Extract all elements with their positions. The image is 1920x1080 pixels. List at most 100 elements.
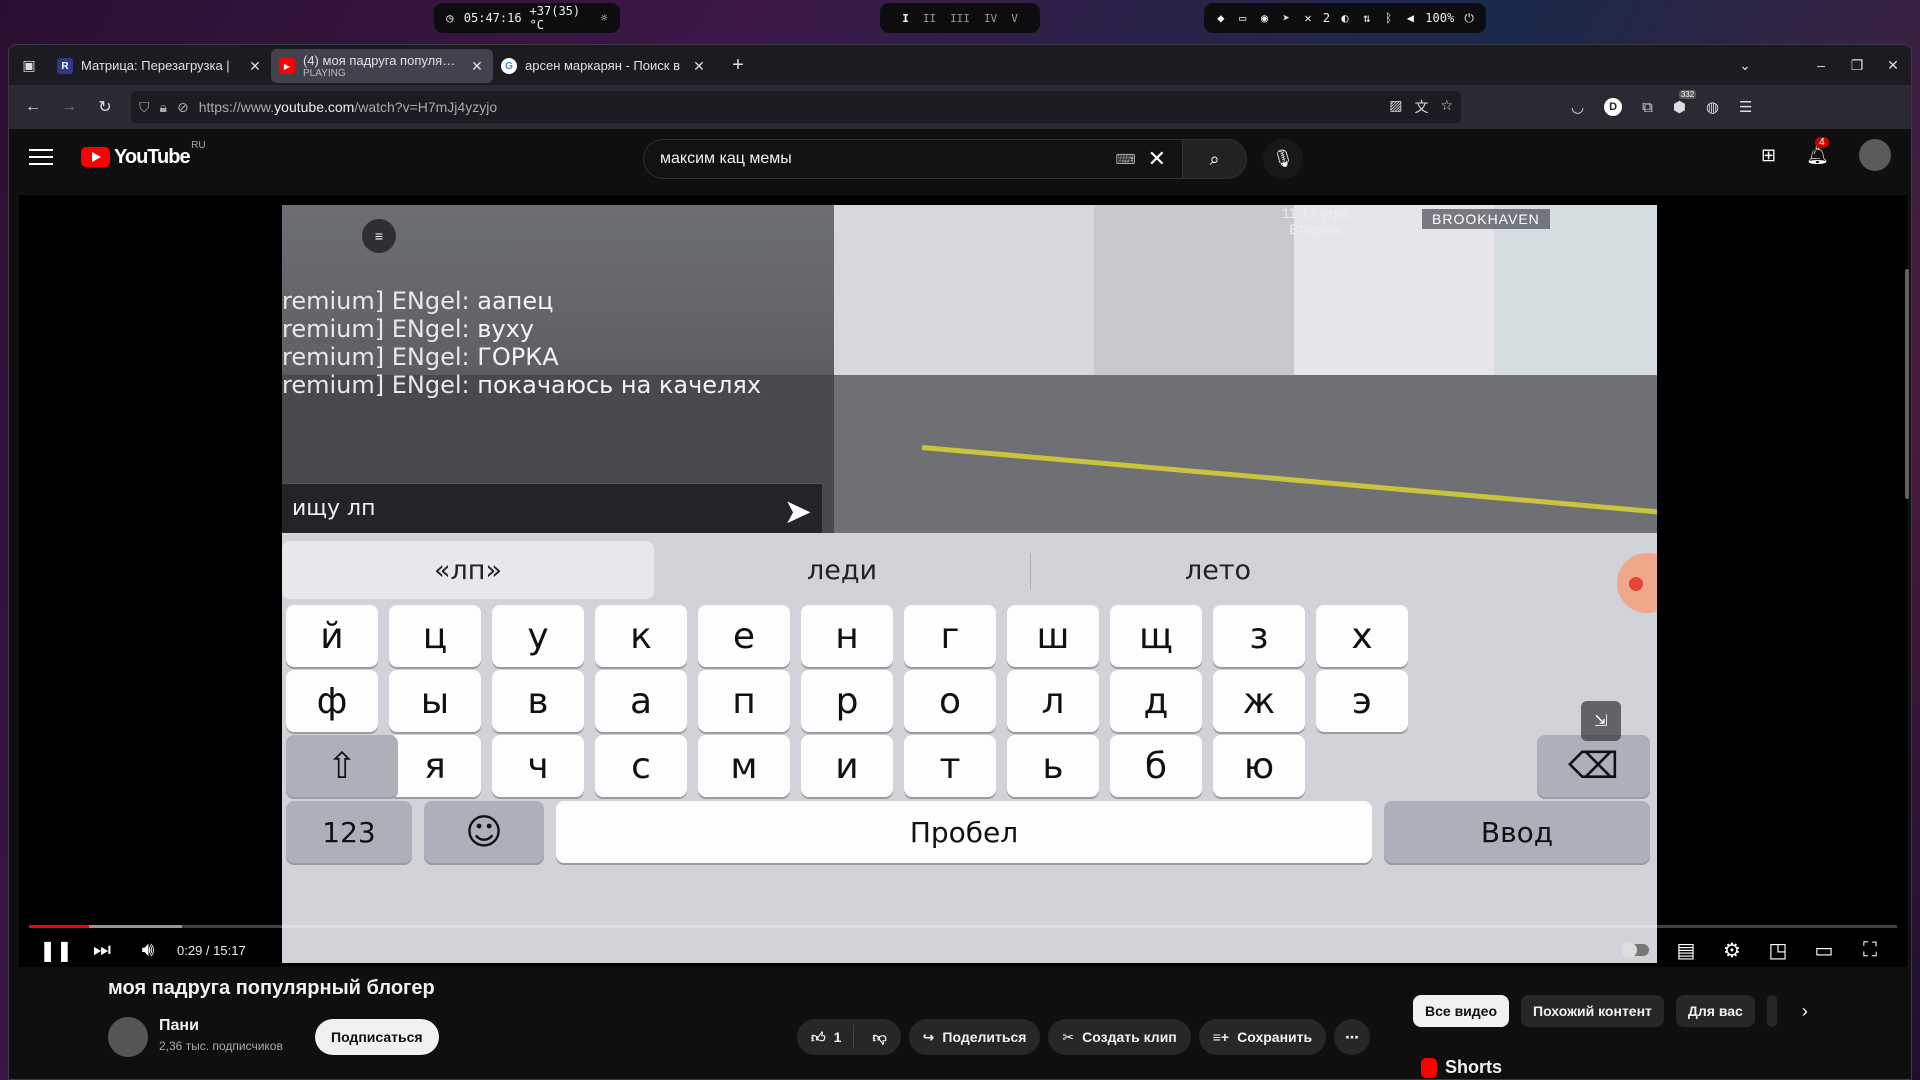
close-icon[interactable]: ✕ <box>247 58 263 75</box>
bell-icon[interactable]: 🔔︎ 4 <box>1806 136 1829 166</box>
channel-avatar[interactable] <box>108 1017 148 1057</box>
channel-name[interactable]: Пани <box>159 1017 199 1035</box>
workspace-1[interactable]: I <box>896 12 915 25</box>
video-frame[interactable]: ≡ remium] ENgel: аапец remium] ENgel: ву… <box>282 205 1657 963</box>
workspace-3[interactable]: III <box>944 12 976 25</box>
clock-time: 05:47:16 <box>463 11 522 25</box>
workspace-2[interactable]: II <box>917 12 942 25</box>
chip-for-you[interactable]: Для вас <box>1675 995 1755 1027</box>
minimize-icon[interactable]: – <box>1803 57 1839 73</box>
notifications-muted-icon[interactable]: ✕ <box>1301 11 1315 25</box>
settings-gear-icon[interactable]: ⚙ <box>1709 933 1755 967</box>
user-avatar[interactable] <box>1859 139 1891 171</box>
drop-icon[interactable]: ◆ <box>1214 11 1228 25</box>
google-favicon: G <box>501 58 517 74</box>
menu-icon[interactable]: ☰ <box>1739 98 1752 116</box>
url-path: /watch?v=H7mJj4yzyjo <box>354 99 498 115</box>
lock-icon[interactable]: 🔒︎ <box>160 99 167 116</box>
share-button[interactable]: ↪ Поделиться <box>908 1019 1041 1055</box>
star-icon[interactable]: ☆ <box>1440 97 1453 117</box>
clear-search-icon[interactable]: ✕ <box>1148 146 1166 172</box>
tab-youtube[interactable]: ▶ (4) моя падруга популярный PLAYING ✕ <box>271 49 493 83</box>
game-chat-input: ищу лп ➤ <box>282 483 822 533</box>
close-icon[interactable]: ✕ <box>691 58 707 75</box>
profile-avatar[interactable]: D <box>1604 98 1623 116</box>
page-scrollbar[interactable] <box>1905 269 1909 499</box>
translate-icon[interactable]: 文 <box>1414 97 1428 117</box>
monitor-icon[interactable]: ▭ <box>1236 11 1250 25</box>
miniplayer-icon[interactable]: ◳ <box>1755 933 1801 967</box>
voice-search-button[interactable]: 🎙︎ <box>1263 139 1303 179</box>
played-bar <box>29 925 89 928</box>
youtube-page: YouTube RU максим кац мемы ⌨ ✕ ⌕ 🎙︎ ⊞ 🔔︎… <box>9 129 1911 1079</box>
autoplay-toggle[interactable] <box>1621 942 1649 958</box>
chevron-right-icon[interactable]: › <box>1789 1001 1821 1022</box>
chip-related[interactable]: Похожий контент <box>1521 995 1664 1027</box>
ublock-icon[interactable]: ⬢ 332 <box>1673 90 1697 116</box>
network-icon[interactable]: ⇅ <box>1360 11 1374 25</box>
volume-icon[interactable]: ◀ <box>1403 11 1417 25</box>
search-button[interactable]: ⌕ <box>1183 139 1247 179</box>
close-icon[interactable]: ✕ <box>469 58 485 75</box>
like-dislike-group: 👍︎ 1 👎︎ <box>797 1019 901 1055</box>
pause-icon[interactable]: ❚❚ <box>33 933 79 967</box>
permissions-icon[interactable]: ⊘ <box>177 99 189 116</box>
more-actions-button[interactable]: ⋯ <box>1334 1019 1371 1055</box>
workspace-4[interactable]: IV <box>978 12 1003 25</box>
back-button[interactable]: ← <box>15 91 51 123</box>
power-icon[interactable]: ⏻ <box>1462 11 1476 25</box>
workspace-5[interactable]: V <box>1005 12 1024 25</box>
key-т: т <box>904 735 996 797</box>
keyboard-icon[interactable]: ⌨ <box>1115 151 1135 168</box>
chat-line: remium] ENgel: вуху <box>282 315 534 343</box>
extensions-icon[interactable]: ⧉ <box>1642 99 1653 116</box>
search-input[interactable]: максим кац мемы ⌨ ✕ <box>643 139 1183 179</box>
pocket-icon[interactable]: ◡ <box>1571 98 1584 116</box>
fullscreen-icon[interactable]: ⛶ <box>1847 933 1893 967</box>
tab-title: (4) моя падруга популярный PLAYING <box>303 54 461 79</box>
miniplayer-overlay-icon[interactable]: ⇲ <box>1581 701 1621 741</box>
chip-overflow[interactable] <box>1766 995 1777 1027</box>
chip-all-videos[interactable]: Все видео <box>1413 995 1510 1027</box>
chat-message: ГОРКА <box>477 343 559 371</box>
dislike-button[interactable]: 👎︎ <box>862 1029 900 1046</box>
picture-icon[interactable]: ▨ <box>1389 97 1402 117</box>
url-host: youtube.com <box>274 99 355 115</box>
shield-icon[interactable]: ⛉ <box>139 99 150 116</box>
save-button[interactable]: ≡+ Сохранить <box>1198 1019 1327 1055</box>
subtitles-icon[interactable]: ▤ <box>1663 933 1709 967</box>
tab-google[interactable]: G арсен маркарян - Поиск в ✕ <box>493 49 715 83</box>
youtube-logo[interactable]: YouTube RU <box>81 140 206 169</box>
url-text[interactable]: https://www.youtube.com/watch?v=H7mJj4yz… <box>199 99 1380 115</box>
volume-icon[interactable]: 🔊︎ <box>125 933 171 967</box>
tab-matrix[interactable]: R Матрица: Перезагрузка | ✕ <box>49 49 271 83</box>
night-mode-icon[interactable]: ◐ <box>1338 11 1352 25</box>
maximize-icon[interactable]: ❐ <box>1839 57 1875 74</box>
bluetooth-icon[interactable]: ᛒ <box>1382 11 1396 25</box>
hamburger-menu-icon[interactable] <box>29 149 53 165</box>
progress-bar[interactable] <box>29 925 1897 928</box>
url-actions: ▨ 文 ☆ <box>1389 97 1453 117</box>
close-window-icon[interactable]: ✕ <box>1875 57 1911 74</box>
subscribe-button[interactable]: Подписаться <box>315 1019 439 1055</box>
theater-mode-icon[interactable]: ▭ <box>1801 933 1847 967</box>
reload-button[interactable]: ↻ <box>87 91 123 123</box>
backspace-key-icon: ⌫ <box>1537 735 1650 797</box>
notifications-badge: 4 <box>1815 136 1829 148</box>
notifications-count: 2 <box>1322 11 1331 25</box>
clip-button[interactable]: ✂ Создать клип <box>1048 1019 1191 1055</box>
next-icon[interactable]: ⏭ <box>79 933 125 967</box>
video-player[interactable]: ≡ remium] ENgel: аапец remium] ENgel: ву… <box>19 195 1907 967</box>
chevron-down-icon[interactable]: ⌄ <box>1727 57 1763 74</box>
key-м: м <box>698 735 790 797</box>
tab-list-button[interactable]: ▣ <box>9 45 49 85</box>
create-video-icon[interactable]: ⊞ <box>1761 145 1776 166</box>
new-tab-button[interactable]: + <box>721 48 755 82</box>
globe-icon[interactable]: ◍ <box>1706 98 1719 116</box>
like-button[interactable]: 👍︎ 1 <box>797 1025 855 1049</box>
forward-button[interactable]: → <box>51 91 87 123</box>
discord-icon[interactable]: ◉ <box>1258 11 1272 25</box>
url-bar[interactable]: ⛉ 🔒︎ ⊘ https://www.youtube.com/watch?v=H… <box>131 91 1461 123</box>
youtube-header: YouTube RU максим кац мемы ⌨ ✕ ⌕ 🎙︎ ⊞ 🔔︎… <box>9 129 1911 185</box>
telegram-icon[interactable]: ➤ <box>1279 11 1293 25</box>
